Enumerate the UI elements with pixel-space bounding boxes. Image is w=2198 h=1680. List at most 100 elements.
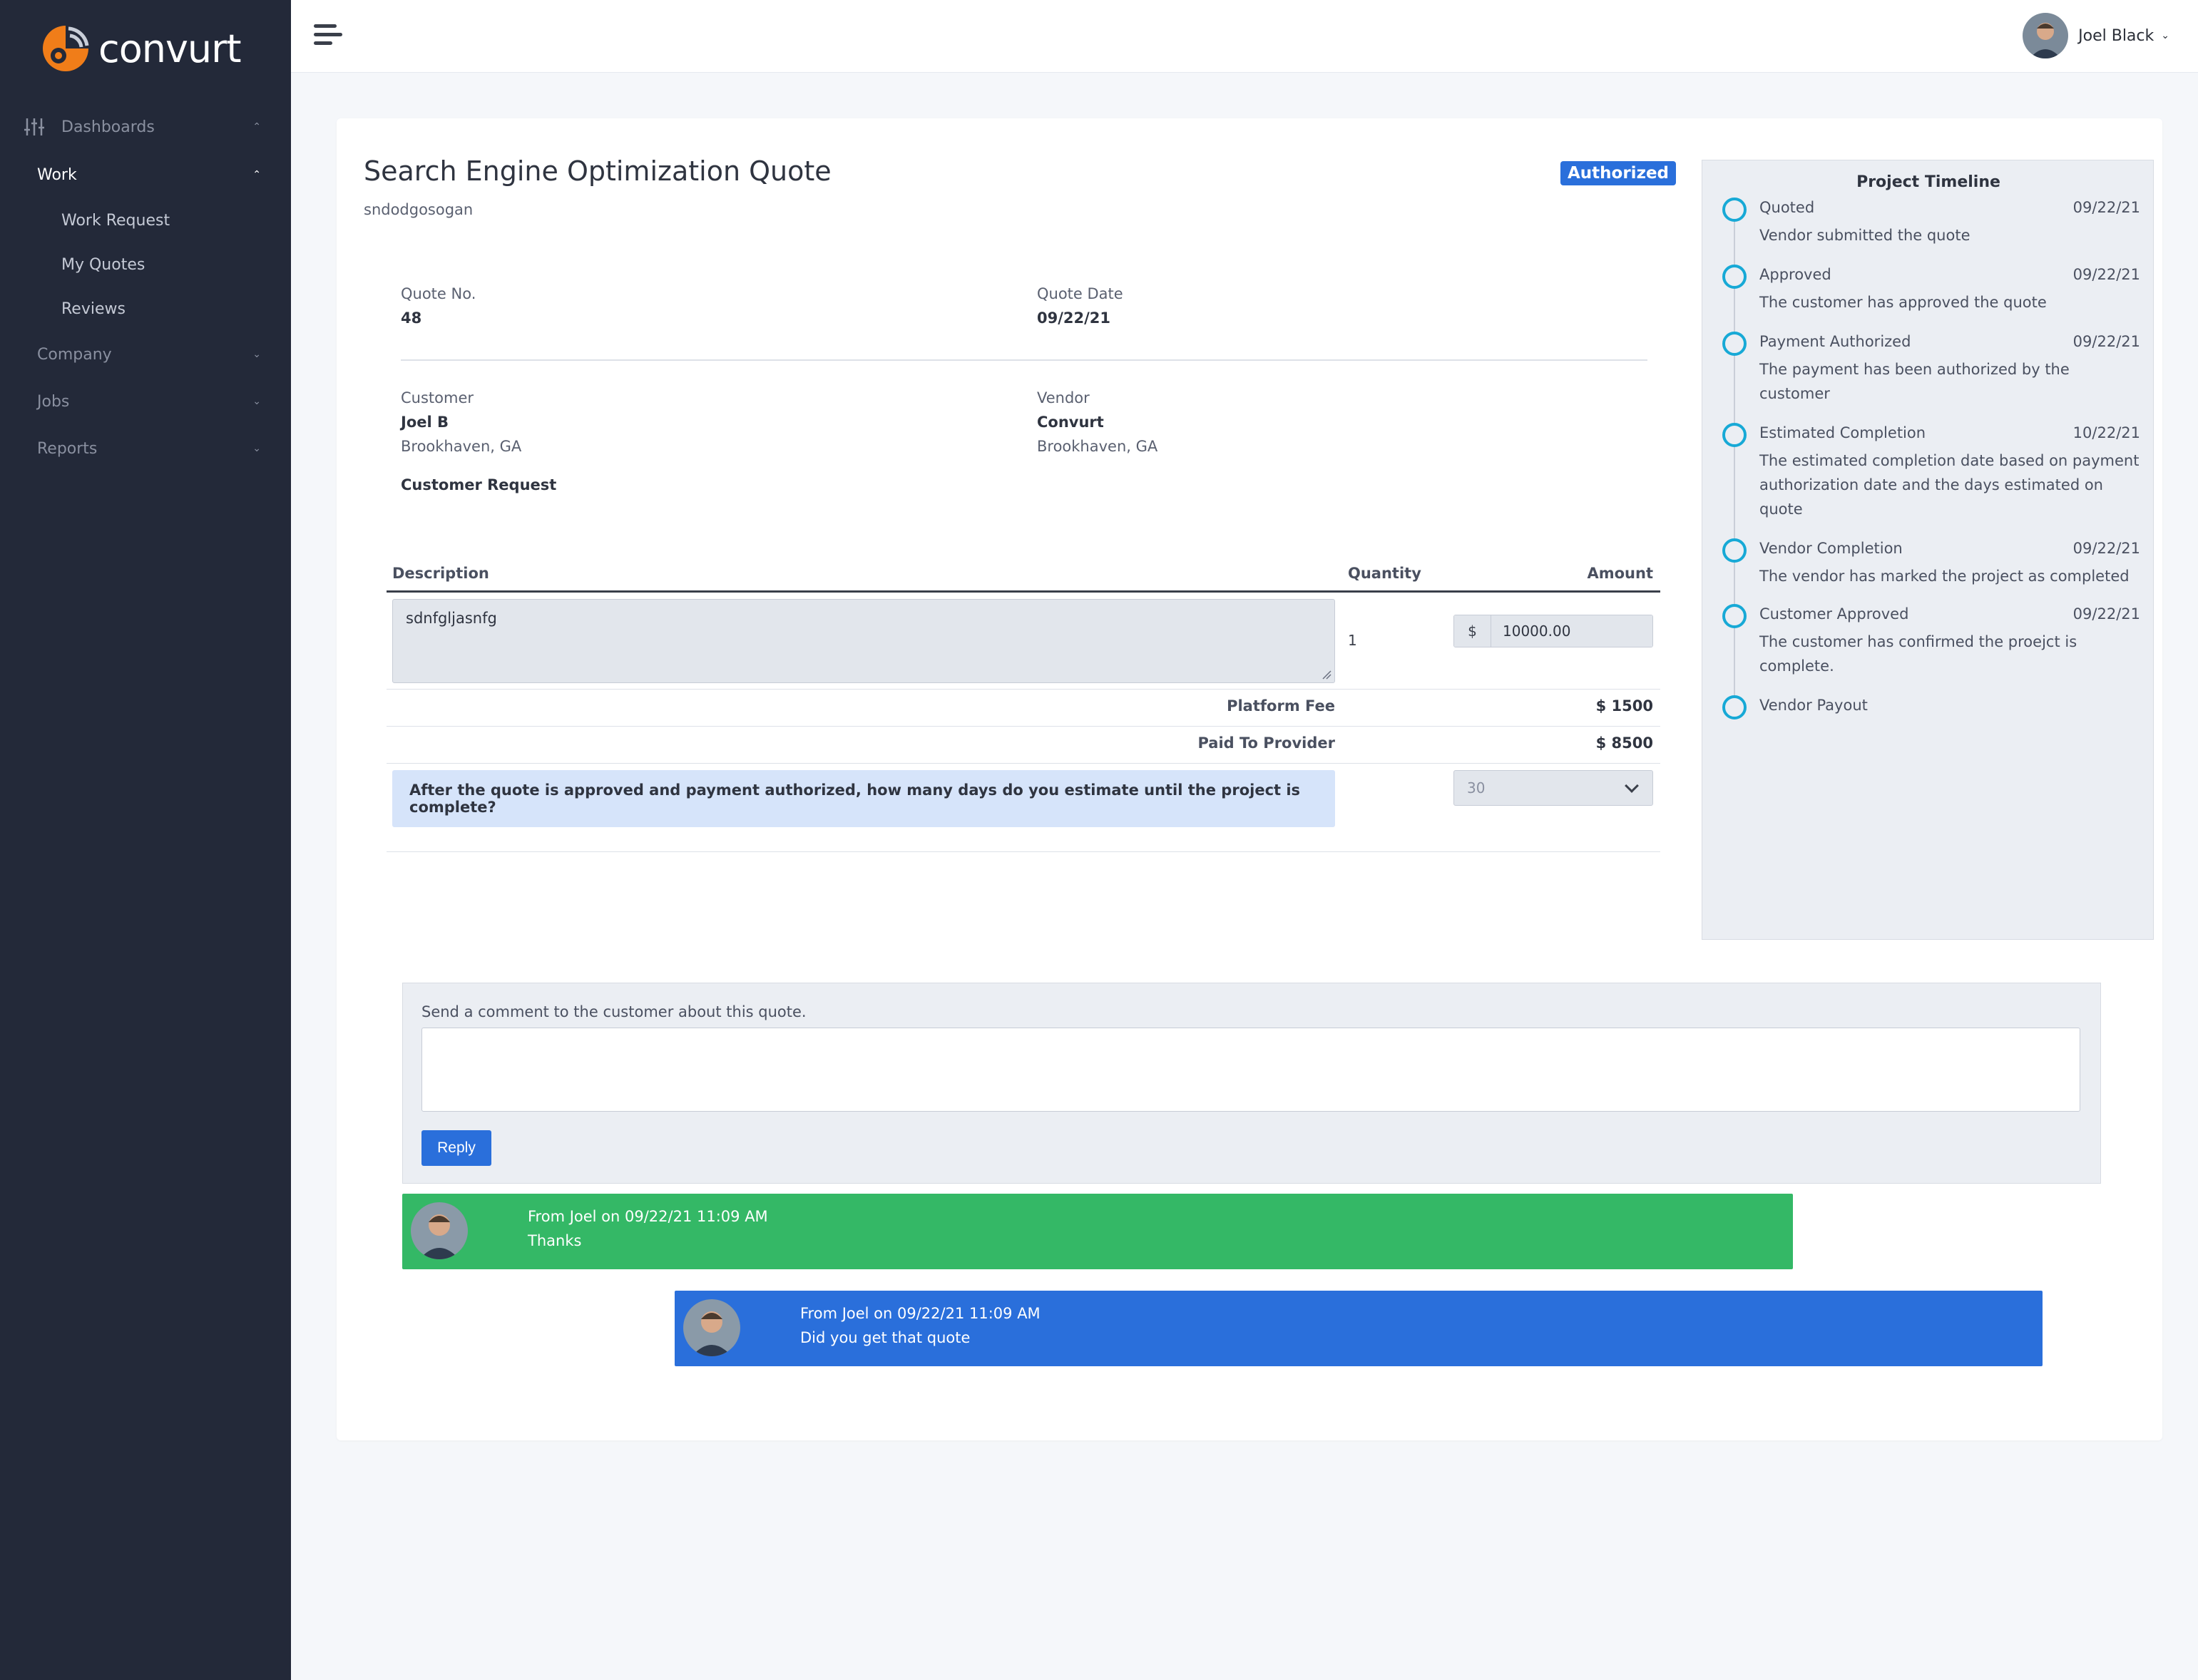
- dashboards-icon: [24, 118, 44, 135]
- amount-input[interactable]: 10000.00: [1491, 615, 1652, 647]
- description-textarea[interactable]: sdnfgljasnfg: [392, 599, 1335, 683]
- timeline-dot-icon: [1722, 198, 1747, 222]
- vendor-location: Brookhaven, GA: [1037, 438, 1158, 455]
- timeline-event-name: Estimated Completion: [1759, 424, 1926, 441]
- sidebar-item-work[interactable]: Work ⌃: [0, 151, 291, 198]
- chevron-down-icon: ⌄: [252, 349, 261, 360]
- avatar: [683, 1299, 740, 1356]
- top-bar: Joel Black ⌄: [291, 0, 2198, 73]
- message-body: Thanks: [528, 1232, 582, 1249]
- estimate-days-value: 30: [1467, 779, 1486, 797]
- sidebar-item-label: My Quotes: [61, 255, 145, 274]
- timeline-event-date: 09/22/21: [2072, 266, 2140, 283]
- column-header-quantity: Quantity: [1348, 565, 1421, 582]
- estimate-days-select[interactable]: 30: [1453, 770, 1653, 806]
- timeline-event-date: 09/22/21: [2072, 605, 2140, 623]
- timeline-dot-icon: [1722, 265, 1747, 289]
- timeline-event-date: 09/22/21: [2072, 199, 2140, 216]
- hamburger-icon[interactable]: [314, 24, 342, 48]
- sidebar-item-reviews[interactable]: Reviews: [0, 287, 291, 331]
- platform-fee-label: Platform Fee: [1227, 697, 1335, 714]
- paid-to-provider-label: Paid To Provider: [1197, 734, 1335, 752]
- avatar: [411, 1202, 468, 1259]
- timeline-event-name: Approved: [1759, 266, 1831, 283]
- user-menu[interactable]: Joel Black ⌄: [2023, 13, 2169, 58]
- timeline-event-name: Customer Approved: [1759, 605, 1909, 623]
- divider: [387, 763, 1660, 764]
- quote-date-value: 09/22/21: [1037, 309, 1111, 327]
- reply-button[interactable]: Reply: [421, 1130, 491, 1166]
- divider: [387, 726, 1660, 727]
- logo[interactable]: convurt: [37, 20, 242, 77]
- sidebar-item-label: Company: [37, 345, 112, 364]
- timeline-dot-icon: [1722, 695, 1747, 719]
- customer-label: Customer: [401, 389, 474, 406]
- sidebar-item-label: Reports: [37, 439, 98, 458]
- timeline-event-description: The estimated completion date based on p…: [1759, 452, 2140, 518]
- timeline-event-description: The vendor has marked the project as com…: [1759, 568, 2130, 585]
- sidebar-item-my-quotes[interactable]: My Quotes: [0, 242, 291, 287]
- quote-no-value: 48: [401, 309, 422, 327]
- quote-date-label: Quote Date: [1037, 285, 1123, 302]
- message-header: From Joel on 09/22/21 11:09 AM: [528, 1208, 768, 1225]
- logo-text: convurt: [98, 26, 242, 71]
- vendor-label: Vendor: [1037, 389, 1090, 406]
- quote-no-label: Quote No.: [401, 285, 476, 302]
- amount-field[interactable]: $ 10000.00: [1453, 615, 1653, 647]
- timeline-dot-icon: [1722, 332, 1747, 356]
- chevron-down-icon: ⌄: [252, 443, 261, 454]
- paid-to-provider-value: $ 8500: [1595, 734, 1653, 752]
- timeline-dot-icon: [1722, 538, 1747, 563]
- timeline-event-description: The customer has confirmed the proejct i…: [1759, 633, 2077, 675]
- timeline-event-name: Vendor Payout: [1759, 697, 1868, 714]
- customer-request-label: Customer Request: [401, 476, 557, 493]
- timeline-dot-icon: [1722, 604, 1747, 628]
- timeline-event-description: The customer has approved the quote: [1759, 294, 2047, 311]
- chevron-down-icon: ⌄: [2161, 30, 2169, 41]
- timeline-event-description: The payment has been authorized by the c…: [1759, 361, 2070, 402]
- platform-fee-value: $ 1500: [1595, 697, 1653, 714]
- sidebar-item-jobs[interactable]: Jobs ⌄: [0, 378, 291, 425]
- project-timeline: Project Timeline Quoted 09/22/21 Vendor …: [1702, 160, 2154, 940]
- chevron-down-icon: [1625, 779, 1639, 793]
- comment-panel: Send a comment to the customer about thi…: [402, 983, 2101, 1184]
- divider: [387, 689, 1660, 690]
- comment-prompt: Send a comment to the customer about thi…: [421, 1003, 807, 1020]
- sidebar-item-label: Reviews: [61, 299, 126, 318]
- timeline-event-name: Payment Authorized: [1759, 333, 1911, 350]
- column-header-amount: Amount: [1587, 565, 1653, 582]
- status-badge: Authorized: [1560, 161, 1677, 185]
- timeline-event-date: 09/22/21: [2072, 540, 2140, 557]
- description-value: sdnfgljasnfg: [406, 610, 497, 627]
- page-title: Search Engine Optimization Quote: [364, 155, 832, 187]
- sidebar-item-label: Dashboards: [61, 118, 155, 136]
- sidebar-item-dashboards[interactable]: Dashboards ⌃: [0, 107, 291, 147]
- quote-subtitle: sndodgosogan: [364, 201, 474, 218]
- divider: [401, 359, 1647, 361]
- sidebar-item-work-request[interactable]: Work Request: [0, 198, 291, 242]
- timeline-event-description: Vendor submitted the quote: [1759, 227, 1970, 244]
- currency-symbol: $: [1454, 615, 1491, 647]
- sidebar-item-label: Jobs: [37, 392, 70, 411]
- resize-handle-icon: [1322, 670, 1331, 680]
- customer-name: Joel B: [401, 414, 449, 431]
- comment-message: From Joel on 09/22/21 11:09 AM Thanks: [402, 1194, 1793, 1269]
- quantity-value: 1: [1348, 632, 1357, 649]
- sidebar-nav: Dashboards ⌃ Work ⌃ Work Request My Quot…: [0, 107, 291, 472]
- comment-textarea[interactable]: [421, 1028, 2080, 1112]
- table-header-divider: [387, 590, 1660, 593]
- sidebar-item-company[interactable]: Company ⌄: [0, 331, 291, 378]
- estimate-question: After the quote is approved and payment …: [392, 770, 1335, 827]
- message-header: From Joel on 09/22/21 11:09 AM: [800, 1305, 1041, 1322]
- timeline-event-date: 10/22/21: [2072, 424, 2140, 441]
- user-name: Joel Black: [2078, 26, 2154, 45]
- divider: [387, 851, 1660, 852]
- timeline-title: Project Timeline: [1856, 173, 2000, 191]
- comment-message: From Joel on 09/22/21 11:09 AM Did you g…: [675, 1291, 2043, 1366]
- sidebar-item-label: Work Request: [61, 211, 170, 230]
- quote-card: Search Engine Optimization Quote sndodgo…: [337, 118, 2162, 1440]
- sidebar-item-label: Work: [37, 165, 77, 184]
- timeline-event-date: 09/22/21: [2072, 333, 2140, 350]
- timeline-event-name: Vendor Completion: [1759, 540, 1903, 557]
- sidebar-item-reports[interactable]: Reports ⌄: [0, 425, 291, 472]
